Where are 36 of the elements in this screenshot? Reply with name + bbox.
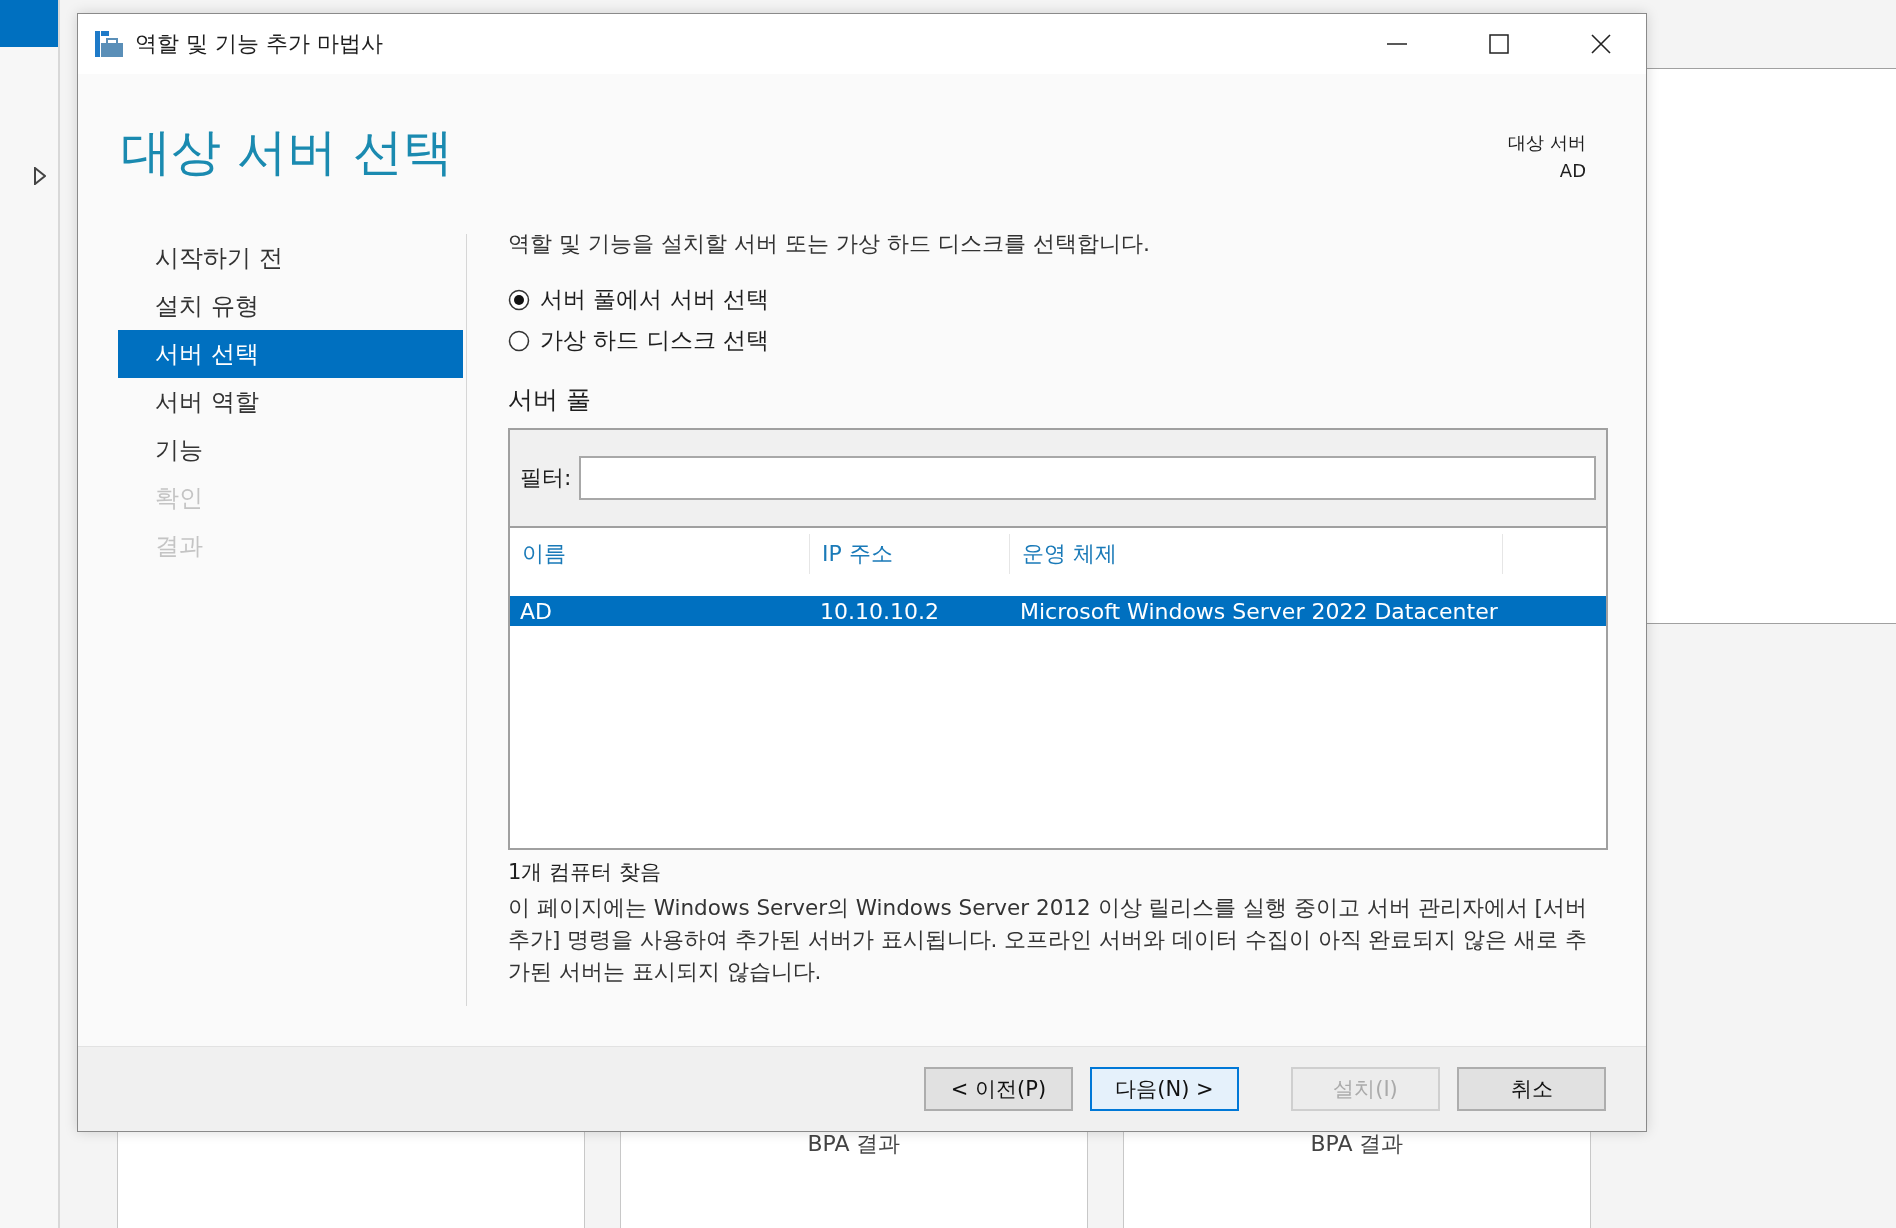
maximize-icon[interactable] [1488,33,1510,55]
window-title: 역할 및 기능 추가 마법사 [135,30,384,58]
nav-tile[interactable] [0,0,58,47]
table-cell-text: Microsoft Windows Server 2022 Datacenter [1019,598,1499,624]
wizard-button[interactable]: < 이전(P) [924,1067,1073,1111]
radio-button[interactable] [508,288,530,311]
tile-title: BPA 결과 [807,1130,901,1158]
wizard-step[interactable]: 시작하기 전 [118,234,463,282]
result-count: 1개 컴퓨터 찾음 [508,859,662,886]
filter-label: 필터: [520,464,572,492]
page-title: 대상 서버 선택 [121,122,453,183]
radio-button[interactable] [508,329,530,352]
radio-label[interactable]: 서버 풀에서 서버 선택 [540,284,769,315]
radio-label[interactable]: 가상 하드 디스크 선택 [540,325,769,356]
tile-title: BPA 결과 [1310,1130,1404,1158]
filter-field[interactable] [579,456,1596,500]
description-text: 역할 및 기능을 설치할 서버 또는 가상 하드 디스크를 선택합니다. [508,230,1151,258]
target-server: AD [1559,159,1586,183]
wizard-step[interactable]: 서버 역할 [118,378,463,426]
wizard-step[interactable]: 기능 [118,426,463,474]
toolbox-icon [95,31,123,57]
wizard-step[interactable]: 설치 유형 [118,282,463,330]
server-row[interactable]: AD 10.10.10.2 Microsoft Windows Server 2022 Datacenter [510,596,1606,626]
column-header[interactable]: 이름 [510,534,810,574]
wizard-button[interactable]: 다음(N) > [1090,1067,1239,1111]
table-cell-text: AD [519,598,553,624]
column-header[interactable]: IP 주소 [810,534,1010,574]
wizard-button[interactable]: 취소 [1457,1067,1606,1111]
section-title: 서버 풀 [508,384,592,416]
wizard-step[interactable]: 서버 선택 [118,330,463,378]
target-label: 대상 서버 [1508,131,1586,155]
info-text: 이 페이지에는 Windows Server의 Windows Server 2012 이상 릴리스를 실행 중이고 서버 관리자에서 [서버 추가] 명령을 사용하여 추가된 서버가 표시됩니다. 오프라인 서버와 데이터 수집이 아직 완료되지 않은 새로 추가된 서버는 표시되지 않습니다. [508,894,1588,986]
column-header[interactable]: 운영 체제 [1010,534,1503,574]
table-cell-text: 10.10.10.2 [819,598,940,624]
expand-icon[interactable] [34,167,46,185]
close-icon[interactable] [1590,33,1612,55]
